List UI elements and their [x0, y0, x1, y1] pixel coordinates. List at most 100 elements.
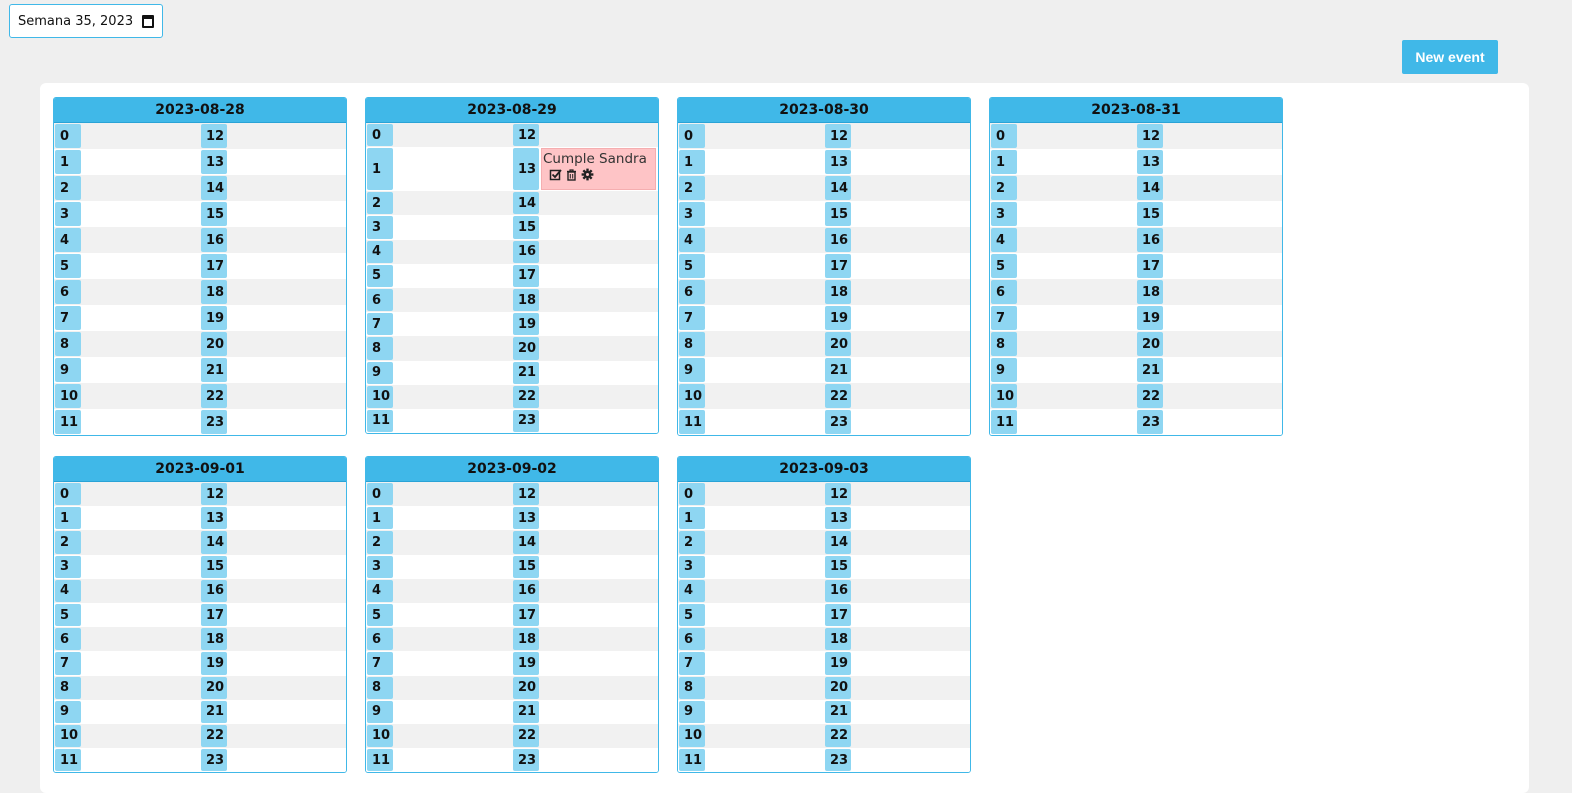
hour-slot[interactable]: 0 [54, 123, 200, 149]
hour-slot[interactable]: 21 [1136, 357, 1282, 383]
hour-slot[interactable]: 0 [54, 482, 200, 506]
hour-slot[interactable]: 1 [54, 149, 200, 175]
hour-slot[interactable]: 9 [678, 700, 824, 724]
hour-slot[interactable]: 22 [512, 724, 658, 748]
hour-slot[interactable]: 11 [990, 409, 1136, 435]
hour-slot[interactable]: 14 [200, 175, 346, 201]
hour-slot[interactable]: 19 [200, 305, 346, 331]
hour-slot[interactable]: 15 [200, 555, 346, 579]
hour-slot[interactable]: 17 [1136, 253, 1282, 279]
hour-slot[interactable]: 22 [1136, 383, 1282, 409]
hour-slot[interactable]: 3 [54, 555, 200, 579]
hour-slot[interactable]: 13 Cumple Sandra [512, 147, 658, 191]
hour-slot[interactable]: 16 [200, 227, 346, 253]
hour-slot[interactable]: 6 [54, 627, 200, 651]
hour-slot[interactable]: 9 [54, 700, 200, 724]
hour-slot[interactable]: 6 [54, 279, 200, 305]
hour-slot[interactable]: 15 [824, 555, 970, 579]
hour-slot[interactable]: 2 [678, 175, 824, 201]
hour-slot[interactable]: 2 [366, 530, 512, 554]
hour-slot[interactable]: 17 [824, 603, 970, 627]
hour-slot[interactable]: 8 [678, 331, 824, 357]
hour-slot[interactable]: 0 [366, 123, 512, 147]
trash-icon[interactable] [565, 168, 578, 181]
hour-slot[interactable]: 15 [200, 201, 346, 227]
hour-slot[interactable]: 16 [512, 579, 658, 603]
hour-slot[interactable]: 18 [200, 279, 346, 305]
hour-slot[interactable]: 5 [366, 603, 512, 627]
hour-slot[interactable]: 17 [512, 264, 658, 288]
hour-slot[interactable]: 14 [512, 191, 658, 215]
hour-slot[interactable]: 7 [678, 651, 824, 675]
hour-slot[interactable]: 10 [54, 724, 200, 748]
hour-slot[interactable]: 18 [1136, 279, 1282, 305]
hour-slot[interactable]: 3 [990, 201, 1136, 227]
hour-slot[interactable]: 5 [990, 253, 1136, 279]
hour-slot[interactable]: 12 [824, 482, 970, 506]
hour-slot[interactable]: 9 [678, 357, 824, 383]
hour-slot[interactable]: 22 [200, 383, 346, 409]
hour-slot[interactable]: 16 [200, 579, 346, 603]
hour-slot[interactable]: 21 [512, 700, 658, 724]
hour-slot[interactable]: 17 [200, 603, 346, 627]
hour-slot[interactable]: 16 [824, 227, 970, 253]
event-card[interactable]: Cumple Sandra [541, 148, 656, 191]
hour-slot[interactable]: 13 [824, 149, 970, 175]
hour-slot[interactable]: 22 [824, 724, 970, 748]
hour-slot[interactable]: 12 [512, 123, 658, 147]
hour-slot[interactable]: 15 [824, 201, 970, 227]
hour-slot[interactable]: 2 [54, 530, 200, 554]
hour-slot[interactable]: 13 [1136, 149, 1282, 175]
check-square-icon[interactable] [549, 168, 562, 181]
hour-slot[interactable]: 19 [512, 312, 658, 336]
hour-slot[interactable]: 3 [678, 201, 824, 227]
hour-slot[interactable]: 20 [824, 676, 970, 700]
hour-slot[interactable]: 15 [1136, 201, 1282, 227]
hour-slot[interactable]: 4 [54, 579, 200, 603]
hour-slot[interactable]: 20 [200, 331, 346, 357]
hour-slot[interactable]: 2 [366, 191, 512, 215]
hour-slot[interactable]: 9 [366, 361, 512, 385]
hour-slot[interactable]: 23 [824, 748, 970, 772]
week-picker-input[interactable]: Semana 35, 2023 [9, 4, 163, 38]
hour-slot[interactable]: 18 [512, 288, 658, 312]
hour-slot[interactable]: 2 [54, 175, 200, 201]
hour-slot[interactable]: 5 [366, 264, 512, 288]
hour-slot[interactable]: 5 [678, 603, 824, 627]
hour-slot[interactable]: 23 [200, 748, 346, 772]
hour-slot[interactable]: 14 [512, 530, 658, 554]
hour-slot[interactable]: 1 [678, 149, 824, 175]
hour-slot[interactable]: 18 [200, 627, 346, 651]
hour-slot[interactable]: 4 [366, 579, 512, 603]
hour-slot[interactable]: 1 [54, 506, 200, 530]
hour-slot[interactable]: 6 [678, 627, 824, 651]
hour-slot[interactable]: 19 [824, 305, 970, 331]
hour-slot[interactable]: 11 [366, 409, 512, 433]
hour-slot[interactable]: 12 [512, 482, 658, 506]
hour-slot[interactable]: 0 [678, 123, 824, 149]
hour-slot[interactable]: 4 [990, 227, 1136, 253]
hour-slot[interactable]: 23 [824, 409, 970, 435]
hour-slot[interactable]: 1 [990, 149, 1136, 175]
hour-slot[interactable]: 11 [54, 409, 200, 435]
hour-slot[interactable]: 8 [678, 676, 824, 700]
gear-icon[interactable] [581, 168, 594, 181]
hour-slot[interactable]: 0 [678, 482, 824, 506]
hour-slot[interactable]: 8 [366, 676, 512, 700]
hour-slot[interactable]: 23 [512, 748, 658, 772]
hour-slot[interactable]: 12 [200, 123, 346, 149]
new-event-button[interactable]: New event [1402, 40, 1498, 74]
hour-slot[interactable]: 15 [512, 555, 658, 579]
hour-slot[interactable]: 21 [200, 700, 346, 724]
hour-slot[interactable]: 3 [678, 555, 824, 579]
hour-slot[interactable]: 12 [824, 123, 970, 149]
hour-slot[interactable]: 18 [824, 279, 970, 305]
hour-slot[interactable]: 3 [366, 215, 512, 239]
hour-slot[interactable]: 15 [512, 215, 658, 239]
hour-slot[interactable]: 18 [824, 627, 970, 651]
hour-slot[interactable]: 9 [366, 700, 512, 724]
hour-slot[interactable]: 10 [678, 724, 824, 748]
hour-slot[interactable]: 7 [678, 305, 824, 331]
hour-slot[interactable]: 6 [990, 279, 1136, 305]
hour-slot[interactable]: 8 [54, 676, 200, 700]
